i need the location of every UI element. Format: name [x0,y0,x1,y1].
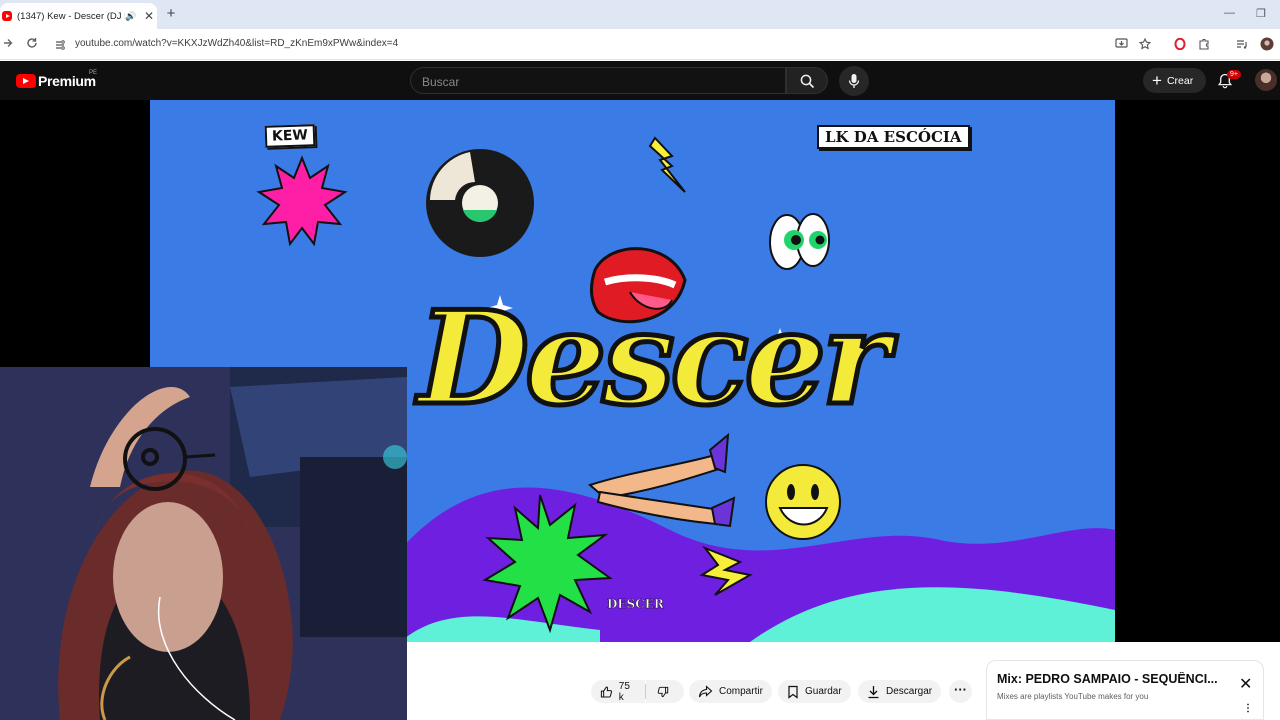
create-label: Crear [1166,74,1194,87]
search-icon [800,74,815,89]
artist-label: KEW [264,124,316,148]
mix-playlist-panel: Mix: PEDRO SAMPAIO - SEQUÊNCI... Mixes a… [986,660,1264,720]
bookmark-star-icon[interactable] [1138,37,1152,53]
thumbs-up-icon [600,685,613,698]
forward-icon[interactable] [3,37,13,52]
dislike-button[interactable] [646,680,684,703]
youtube-header: Premium PE Buscar + Crear [0,61,1280,100]
lightning-top-shape [648,136,686,193]
window-restore-button[interactable]: ❐ [1256,7,1266,20]
small-title-label: DESCER [607,597,664,612]
pink-starburst-shape [256,155,348,247]
tab-audio-icon[interactable]: 🔊 [125,11,137,22]
youtube-favicon-icon [2,11,12,21]
browser-toolbar: youtube.com/watch?v=KKXJzWdZh40&list=RD_… [0,29,1280,60]
search-input[interactable]: Buscar [410,67,786,94]
address-bar[interactable]: youtube.com/watch?v=KKXJzWdZh40&list=RD_… [48,32,1274,57]
share-label: Compartir [719,686,763,697]
legs-shape [588,453,724,500]
reload-icon[interactable] [26,37,38,52]
url-text[interactable]: youtube.com/watch?v=KKXJzWdZh40&list=RD_… [75,38,398,49]
user-avatar[interactable] [1255,69,1277,91]
more-actions-button[interactable]: ··· [949,680,972,703]
microphone-icon [848,74,860,88]
bookmark-icon [788,685,798,699]
like-count: 75 k [618,680,630,703]
search-placeholder: Buscar [422,75,460,89]
download-label: Descargar [886,686,933,697]
logo-text: Premium [38,73,96,89]
download-button[interactable]: Descargar [858,680,942,703]
dj-label: LK DA ESCÓCIA [817,125,970,149]
new-tab-button[interactable]: + [163,6,179,22]
save-button[interactable]: Guardar [778,680,851,703]
browser-tab-strip: (1347) Kew - Descer (DJ Lk 🔊 ✕ + — ❐ [0,0,1280,29]
streamer-webcam-image [0,367,407,720]
create-button[interactable]: + Crear [1143,68,1206,93]
download-icon [868,685,879,698]
browser-tab-active[interactable]: (1347) Kew - Descer (DJ Lk 🔊 ✕ [0,3,157,29]
search-button[interactable] [786,67,828,94]
mix-title[interactable]: Mix: PEDRO SAMPAIO - SEQUÊNCI... [997,672,1222,686]
logo-region-code: PE [89,70,98,76]
youtube-premium-logo[interactable]: Premium [16,73,96,89]
share-arrow-icon [698,685,713,698]
webcam-overlay [0,367,407,720]
like-button[interactable]: 75 k [591,680,645,703]
notifications-badge: 9+ [1227,70,1241,79]
tab-close-icon[interactable]: ✕ [143,9,155,23]
profile-avatar-icon[interactable] [1260,37,1274,54]
media-controls-icon[interactable] [1236,38,1248,53]
opera-extension-icon[interactable] [1174,37,1186,53]
site-info-icon[interactable] [54,38,66,50]
thumbs-down-icon [657,686,669,697]
voice-search-button[interactable] [839,66,869,96]
mix-subtitle: Mixes are playlists YouTube makes for yo… [997,692,1149,701]
plus-icon: + [1152,71,1162,90]
cover-title-text: Descer [415,284,891,434]
share-button[interactable]: Compartir [689,680,772,703]
smiley-face-shape [765,464,841,540]
install-app-icon[interactable] [1115,38,1128,53]
youtube-logo-icon [16,74,36,88]
mix-menu-icon[interactable]: ⋮ [1243,704,1253,714]
save-label: Guardar [805,686,842,697]
close-icon[interactable]: ✕ [1239,677,1252,693]
tab-title: (1347) Kew - Descer (DJ Lk [17,10,125,22]
window-minimize-button[interactable]: — [1224,7,1235,19]
extensions-puzzle-icon[interactable] [1198,38,1210,53]
